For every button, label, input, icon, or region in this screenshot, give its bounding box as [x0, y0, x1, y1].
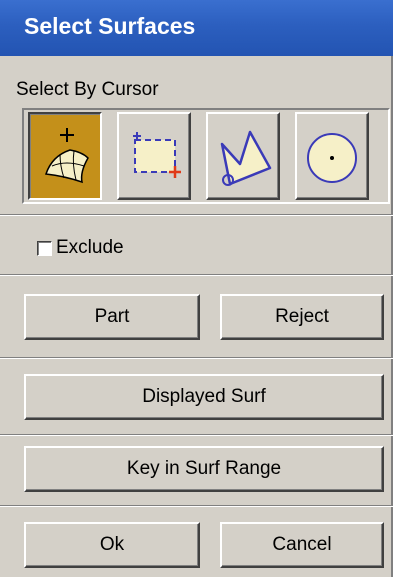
exclude-option[interactable]: Exclude — [37, 236, 124, 260]
reject-button[interactable]: Reject — [220, 294, 384, 340]
polygon-select-tool-button[interactable] — [206, 112, 280, 200]
key-in-surf-range-button[interactable]: Key in Surf Range — [24, 446, 384, 492]
box-select-icon — [133, 132, 181, 178]
separator — [0, 214, 393, 216]
cancel-button[interactable]: Cancel — [220, 522, 384, 568]
surface-pick-tool-button[interactable] — [28, 112, 102, 200]
exclude-label: Exclude — [56, 237, 124, 258]
title-bar[interactable]: Select Surfaces — [0, 0, 393, 56]
separator — [0, 434, 393, 436]
separator — [0, 505, 393, 507]
dialog-title: Select Surfaces — [24, 13, 196, 39]
displayed-surf-button[interactable]: Displayed Surf — [24, 374, 384, 420]
surface-pick-icon — [44, 128, 89, 184]
part-button[interactable]: Part — [24, 294, 200, 340]
ok-button[interactable]: Ok — [24, 522, 200, 568]
separator — [0, 357, 393, 359]
exclude-checkbox[interactable] — [37, 240, 52, 256]
circle-select-icon — [307, 133, 357, 183]
polygon-select-icon — [220, 130, 272, 186]
separator — [0, 274, 393, 276]
select-by-cursor-label: Select By Cursor — [16, 79, 159, 100]
circle-select-tool-button[interactable] — [295, 112, 369, 200]
box-select-tool-button[interactable] — [117, 112, 191, 200]
select-surfaces-dialog: Select Surfaces Select By Cursor Exclude… — [0, 0, 393, 577]
